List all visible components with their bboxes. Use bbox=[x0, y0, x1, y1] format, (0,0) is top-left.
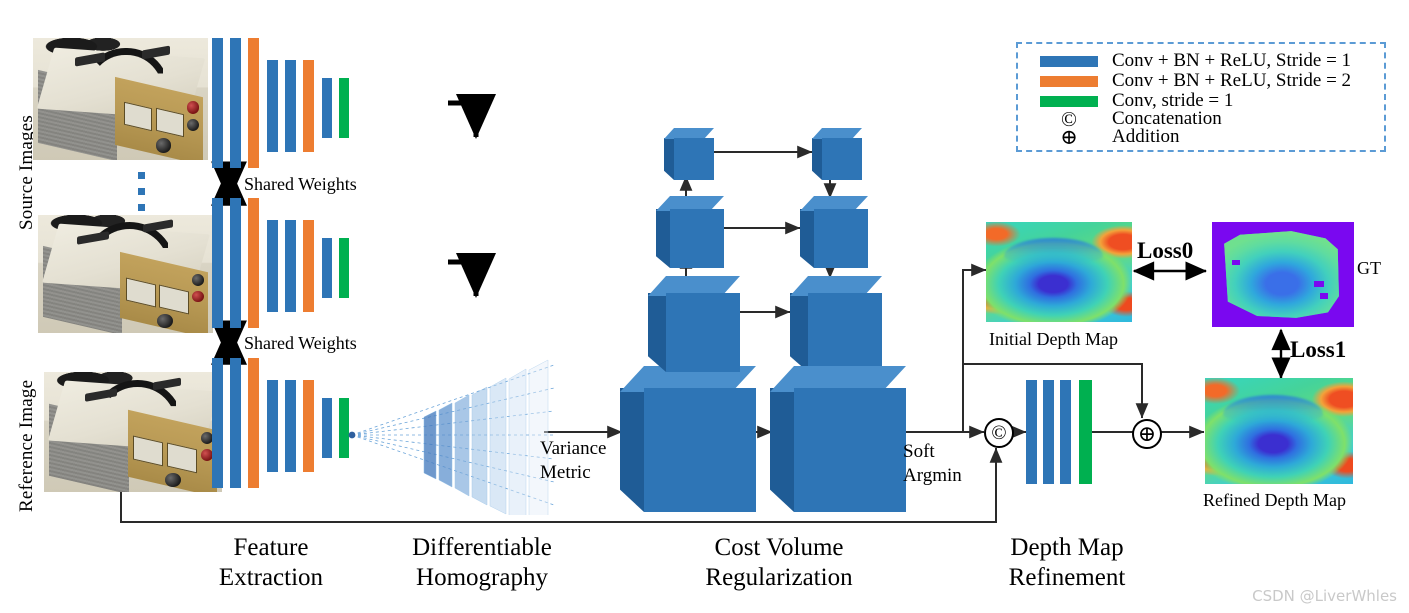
conv-bar bbox=[267, 60, 278, 152]
conv-bar bbox=[230, 198, 241, 328]
legend-item-conv-stride2: Conv + BN + ReLU, Stride = 2 bbox=[1018, 70, 1351, 92]
refined-depth-map-image bbox=[1205, 378, 1353, 484]
stage-caption-depth-map-refinement: Depth Map Refinement bbox=[1008, 534, 1126, 591]
conv-bar bbox=[212, 198, 223, 328]
stage-caption-differentiable-homography: Differentiable Homography bbox=[412, 534, 552, 591]
source-image-2 bbox=[38, 215, 213, 333]
conv-bar bbox=[303, 220, 314, 312]
cost-volume-cube-encoder-medium bbox=[648, 276, 740, 372]
conv-bar bbox=[285, 380, 296, 472]
conv-bar bbox=[248, 198, 259, 328]
ground-truth-label: GT bbox=[1357, 258, 1381, 278]
watermark-text: CSDN @LiverWhles bbox=[1252, 587, 1397, 605]
conv-bar bbox=[303, 380, 314, 472]
cost-volume-cube-decoder-tiny bbox=[812, 128, 862, 180]
power-supply-photo bbox=[33, 38, 208, 160]
stage-caption-cost-volume-regularization: Cost Volume Regularization bbox=[705, 534, 853, 591]
figure-canvas: Source Images Reference Image Shared Wei… bbox=[0, 0, 1409, 613]
green-bar-icon bbox=[1040, 95, 1098, 107]
addition-icon: ⊕ bbox=[1132, 419, 1162, 449]
soft-argmin-label: Soft Argmin bbox=[903, 441, 962, 486]
conv-bar bbox=[1079, 380, 1092, 484]
legend-item-conv-stride1: Conv + BN + ReLU, Stride = 1 bbox=[1018, 50, 1351, 72]
source-images-ellipsis bbox=[138, 172, 145, 220]
conv-bar bbox=[322, 78, 332, 138]
blue-bar-icon bbox=[1040, 55, 1098, 67]
conv-bar bbox=[1060, 380, 1071, 484]
conv-bar bbox=[267, 220, 278, 312]
cost-volume-cube-encoder-small bbox=[656, 196, 724, 268]
cost-volume-cube-encoder-tiny bbox=[664, 128, 714, 180]
camera-center-icon bbox=[348, 431, 356, 439]
conv-bar bbox=[339, 238, 349, 298]
conv-bar bbox=[230, 358, 241, 488]
shared-weights-label-top: Shared Weights bbox=[244, 174, 357, 194]
refinement-network bbox=[1020, 380, 1094, 484]
ground-truth-depth-map-image bbox=[1212, 222, 1354, 327]
conv-bar bbox=[1043, 380, 1054, 484]
power-supply-photo bbox=[38, 215, 213, 333]
conv-bar bbox=[322, 238, 332, 298]
conv-bar bbox=[1026, 380, 1037, 484]
initial-depth-map-image bbox=[986, 222, 1132, 322]
legend-label: Conv + BN + ReLU, Stride = 2 bbox=[1112, 70, 1352, 91]
reference-image-photo bbox=[44, 372, 222, 492]
conv-bar bbox=[267, 380, 278, 472]
legend-panel: Conv + BN + ReLU, Stride = 1 Conv + BN +… bbox=[1016, 42, 1386, 152]
cost-volume-cube-decoder-large bbox=[770, 366, 906, 512]
legend-label: Addition bbox=[1112, 126, 1180, 147]
sweep-plane bbox=[423, 359, 549, 515]
side-label-reference-image: Reference Image bbox=[16, 379, 37, 512]
conv-bar bbox=[230, 38, 241, 168]
conv-bar bbox=[322, 398, 332, 458]
feature-extractor-source-2 bbox=[208, 198, 349, 330]
plane-sweep-frustum bbox=[348, 359, 555, 515]
conv-bar bbox=[285, 60, 296, 152]
source-image-1 bbox=[33, 38, 208, 160]
loss0-label: Loss0 bbox=[1137, 238, 1194, 263]
loss1-label: Loss1 bbox=[1290, 337, 1347, 362]
conv-bar bbox=[248, 38, 259, 168]
conv-bar bbox=[212, 358, 223, 488]
orange-bar-icon bbox=[1040, 75, 1098, 87]
addition-icon: ⊕ bbox=[1060, 124, 1078, 149]
stage-caption-feature-extraction: Feature Extraction bbox=[218, 534, 324, 591]
concatenation-icon: © bbox=[984, 418, 1014, 448]
refined-depth-map-label: Refined Depth Map bbox=[1203, 490, 1346, 510]
cost-volume-cube-decoder-small bbox=[800, 196, 868, 268]
conv-bar bbox=[248, 358, 259, 488]
legend-label: Conv + BN + ReLU, Stride = 1 bbox=[1112, 50, 1352, 71]
power-supply-photo bbox=[44, 372, 222, 492]
feature-extractor-reference bbox=[208, 358, 349, 490]
legend-item-addition: ⊕ Addition bbox=[1018, 124, 1180, 149]
conv-bar bbox=[303, 60, 314, 152]
cost-volume-cube-encoder-large bbox=[620, 366, 756, 512]
conv-bar bbox=[212, 38, 223, 168]
initial-depth-map-label: Initial Depth Map bbox=[989, 329, 1118, 349]
cost-volume-cube-decoder-medium bbox=[790, 276, 882, 372]
shared-weights-label-bottom: Shared Weights bbox=[244, 333, 357, 353]
conv-bar bbox=[339, 78, 349, 138]
conv-bar bbox=[285, 220, 296, 312]
feature-extractor-source-1 bbox=[208, 38, 349, 170]
